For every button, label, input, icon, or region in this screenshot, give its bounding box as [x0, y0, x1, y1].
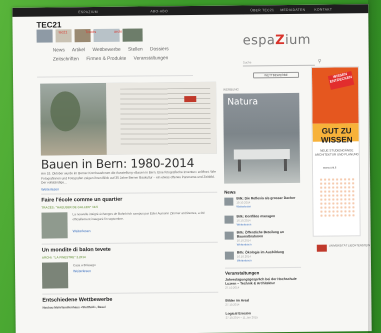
news-thumbnail[interactable]	[224, 197, 234, 206]
search-input[interactable]: Suche	[242, 59, 315, 67]
news-thumbnail[interactable]	[224, 231, 234, 240]
competition-item[interactable]: Neubau Mehrfamilienhaus «Stettfeld», Bas…	[42, 305, 105, 310]
nav-item-dossiers[interactable]: Dossiers	[150, 47, 169, 52]
page-edge-shadow	[368, 0, 381, 333]
news-thumbnail[interactable]	[224, 251, 234, 260]
primary-nav: News Artikel Wettbewerbe Stellen Dossier…	[53, 47, 175, 53]
natura-bench-leg	[237, 159, 242, 172]
events-heading: Veranstaltungen	[225, 270, 260, 276]
event-item-date: 27.10.2014	[225, 302, 240, 307]
tab-archi[interactable]: archi	[114, 30, 122, 34]
article-read-more-link[interactable]: Weiterlesen	[73, 269, 91, 273]
hero-image[interactable]	[40, 81, 217, 156]
article-title[interactable]: Un mondite di balon tevete	[42, 247, 111, 254]
event-item[interactable]: Logical Erosion 27.10.2014 – 11.Jan 2015	[225, 311, 303, 320]
ad-url[interactable]: www.uni.li	[323, 165, 336, 169]
article-teaser: La nouvelle intégré échanges de Bahnhöch…	[72, 210, 205, 221]
thumbnail-image[interactable]	[36, 29, 53, 43]
article-title[interactable]: Faire l'école comme un quartier	[41, 197, 122, 204]
event-item[interactable]: Jahrestagungsgespräch bei der Hochschule…	[225, 277, 303, 290]
hero-read-more-link[interactable]: Weiterlesen	[41, 187, 59, 191]
natura-feature-image[interactable]: Natura	[223, 92, 301, 184]
nav-item-artikel[interactable]: Artikel	[72, 48, 85, 53]
news-item-link[interactable]: Weiterlesen	[237, 222, 301, 227]
nav-item-veranstaltungen[interactable]: Veranstaltungen	[134, 56, 169, 61]
wettbewerbe-button[interactable]: WETTBEWERBE	[252, 71, 300, 79]
article-thumbnail[interactable]	[41, 262, 69, 289]
hero-building-facade	[120, 87, 211, 147]
util-link-about[interactable]: ÜBER TEC21	[250, 8, 274, 12]
event-item-date: 27.10.2014	[225, 285, 240, 291]
section-title-wettbewerbe[interactable]: Entschiedene Wettbewerbe	[42, 297, 112, 304]
hero-tree	[50, 91, 81, 132]
nav-item-firmen[interactable]: Firmen & Produkte	[86, 57, 126, 62]
ad-label: WERBUNG	[223, 87, 239, 92]
brand-logo-tec21[interactable]: TEC21	[36, 20, 61, 29]
news-item-link[interactable]: Weiterlesen	[237, 242, 301, 247]
divider	[225, 266, 302, 269]
news-item[interactable]: Bilk: Die Reflexia als grosser Dacher 19…	[236, 196, 300, 209]
news-item-link[interactable]: Weiterlesen	[237, 258, 301, 263]
nav-item-wettbewerbe[interactable]: Wettbewerbe	[92, 48, 120, 53]
news-item[interactable]: Bilk: Konflikte managen 16.10.2014 Weite…	[236, 214, 300, 227]
news-heading: News	[224, 189, 236, 195]
article-teaser: Casa a Brissago	[72, 263, 96, 268]
ad-headline: GUT ZU WISSEN	[313, 126, 361, 145]
brand-text: espa	[242, 33, 276, 49]
natura-bench	[233, 148, 290, 160]
hero-red-accent	[184, 95, 197, 103]
hero-text: Am 18. Oktober wurde im Berner Kornhausf…	[41, 169, 216, 185]
article-read-more-link[interactable]: Weiterlesen	[73, 229, 91, 233]
divider	[37, 74, 194, 78]
divider	[42, 291, 219, 295]
nav-item-news[interactable]: News	[53, 48, 65, 53]
brand-logo-espazium[interactable]: espaZium	[243, 33, 311, 49]
brand-text: ium	[284, 32, 311, 49]
university-logo-icon	[316, 244, 327, 252]
article-source: TRACÉS: "HAEUSER DE GALLEN" 19.5	[41, 204, 98, 210]
magazine-tabs: tec21 Tracés archi	[59, 30, 139, 35]
event-item[interactable]: Bilder im Areal 27.10.2014	[225, 298, 303, 307]
natura-title: Natura	[227, 97, 259, 108]
util-link-espazium[interactable]: ESPAZIUM	[78, 9, 98, 13]
tab-tec21[interactable]: tec21	[59, 30, 68, 34]
article-source: ARCHI: "LA FINESTRE" 2.2014	[41, 255, 86, 260]
divider	[41, 241, 218, 245]
nav-item-zeitschriften[interactable]: Zeitschriften	[53, 57, 79, 62]
news-thumbnail[interactable]	[224, 215, 234, 224]
util-link-abo[interactable]: ABO-ABO	[150, 9, 168, 13]
util-link-mediadata[interactable]: MEDIADATEN	[280, 7, 305, 11]
event-item-date: 27.10.2014 – 11.Jan 2015	[225, 315, 258, 320]
news-item-link[interactable]: Weiterlesen	[236, 204, 300, 209]
ad-dot-pattern	[319, 177, 356, 218]
divider	[41, 191, 218, 195]
ad-headline-line: WISSEN	[320, 134, 353, 145]
util-link-contact[interactable]: KONTAKT	[314, 7, 332, 11]
news-item[interactable]: Bilk: Ökologie im Ausbildung 16.10.2014 …	[237, 250, 301, 263]
natura-bench-leg	[283, 159, 288, 172]
ad-subtext: NEUE STUDIENGÄNGE ARCHITEKTUR UND PLANUN…	[314, 148, 359, 157]
news-item[interactable]: Bilk: Öffentliche Beteilung an Baumaßnah…	[237, 230, 301, 247]
tab-traces[interactable]: Tracés	[85, 30, 96, 34]
website-page: ESPAZIUM ABO-ABO ÜBER TEC21 MEDIADATEN K…	[12, 4, 372, 333]
uni-liechtenstein-ad[interactable]: WISSEN ENTDECKEN GUT ZU WISSEN NEUE STUD…	[310, 66, 361, 237]
article-thumbnail[interactable]	[41, 212, 68, 239]
secondary-nav: Zeitschriften Firmen & Produkte Veransta…	[53, 56, 175, 62]
ad-logo-text: UNIVERSITÄT LIECHTENSTEIN	[328, 243, 371, 248]
nav-item-stellen[interactable]: Stellen	[128, 48, 143, 53]
search-icon[interactable]: ⚲	[318, 59, 322, 65]
